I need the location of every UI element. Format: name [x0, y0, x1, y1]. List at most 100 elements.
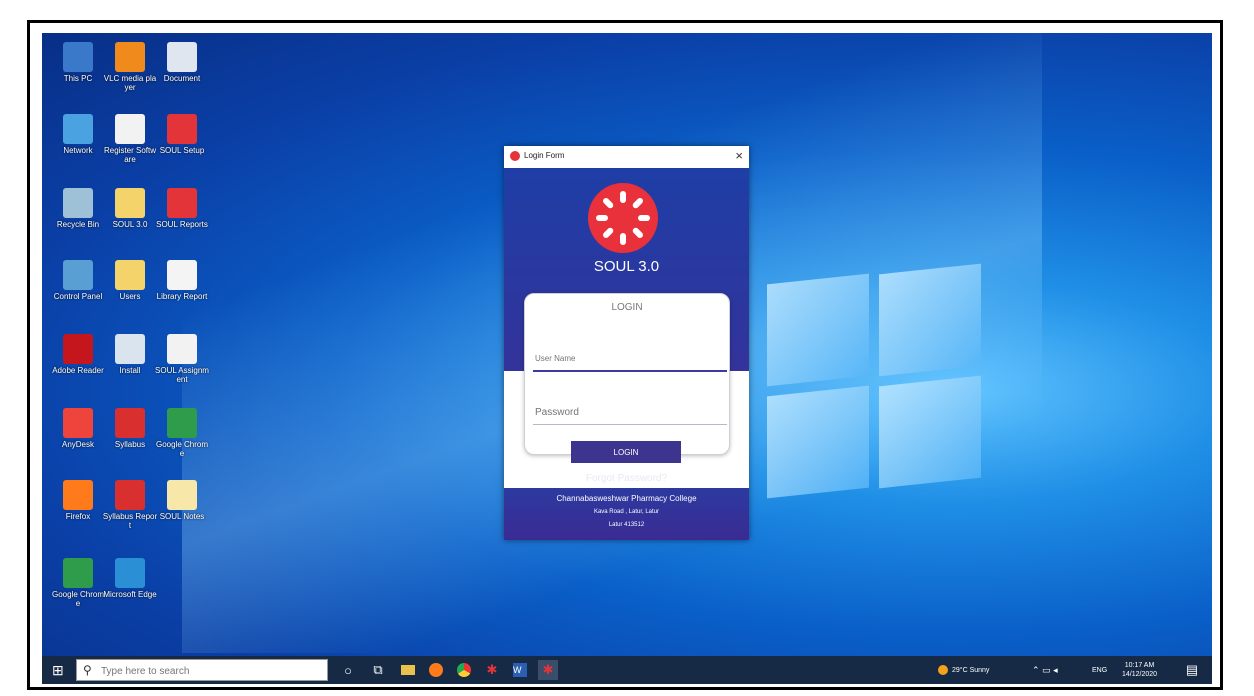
desktop-icon[interactable]: SOUL Setup — [154, 112, 210, 182]
firefox-icon — [63, 480, 93, 510]
word-icon[interactable]: W — [510, 660, 530, 680]
search-input[interactable] — [99, 662, 323, 680]
desktop-icon[interactable]: Recycle Bin — [50, 186, 106, 256]
chrome-icon — [167, 408, 197, 438]
college-pincode: Latur 413512 — [608, 522, 645, 528]
pdf-icon — [115, 408, 145, 438]
taskbar-search[interactable]: ⚲ — [76, 659, 328, 681]
soul-login-icon[interactable]: ✱ — [538, 660, 558, 680]
chrome-icon[interactable] — [454, 660, 474, 680]
chrome-icon — [63, 558, 93, 588]
search-icon: ⚲ — [83, 663, 92, 677]
folder-icon — [115, 188, 145, 218]
soul-app-icon — [510, 151, 520, 161]
desktop-icon-label: SOUL Assignment — [155, 366, 209, 384]
anydesk-icon — [63, 408, 93, 438]
network-icon — [63, 114, 93, 144]
system-tray-icons[interactable]: ⌃ ▭ ◂ — [1032, 656, 1058, 684]
college-address: Kava Road , Latur, Latur — [593, 509, 660, 515]
speaker-icon[interactable]: ◂ — [1053, 665, 1058, 676]
desktop-icon[interactable]: AnyDesk — [50, 406, 106, 476]
edge-icon — [115, 558, 145, 588]
soul-icon — [167, 114, 197, 144]
window-title: Login Form — [524, 151, 565, 160]
file-explorer-icon[interactable] — [398, 660, 418, 680]
desktop-icon-label: Users — [119, 292, 141, 301]
document-icon — [115, 114, 145, 144]
acrobat-icon — [63, 334, 93, 364]
desktop-icon-label: Recycle Bin — [56, 220, 100, 229]
desktop-icon-label: Control Panel — [53, 292, 103, 301]
desktop-icon-label: Document — [163, 74, 201, 83]
soul-icon[interactable]: ✱ — [482, 660, 502, 680]
desktop-icon[interactable]: Adobe Reader — [50, 332, 106, 402]
desktop-icon[interactable]: VLC media player — [102, 40, 158, 110]
network-icon[interactable]: ▭ — [1042, 665, 1051, 676]
desktop-icon[interactable]: Network — [50, 112, 106, 182]
app-name: SOUL 3.0 — [593, 258, 660, 275]
login-window-titlebar: Login Form × — [504, 146, 749, 169]
desktop-icon[interactable]: Library Report — [154, 258, 210, 328]
desktop-icon[interactable]: Google Chrome — [50, 556, 106, 626]
vlc-icon — [115, 42, 145, 72]
desktop-icon-label: Syllabus Report — [102, 512, 158, 530]
desktop-icon-label: SOUL Setup — [159, 146, 205, 155]
forgot-password-link[interactable]: Forgot Password? — [504, 473, 749, 484]
desktop-icon[interactable]: Syllabus Report — [102, 478, 158, 548]
windows-wallpaper-logo — [767, 263, 987, 499]
desktop-icon-label: Register Software — [103, 146, 157, 164]
window-icon — [167, 260, 197, 290]
desktop-icon[interactable]: SOUL Notes — [154, 478, 210, 548]
desktop-icon-label: Network — [63, 146, 93, 155]
login-window: Login Form × SOUL 3.0 LOGIN LOGIN Forgot… — [504, 146, 749, 540]
desktop-icon[interactable]: Microsoft Edge — [102, 556, 158, 626]
firefox-icon[interactable] — [426, 660, 446, 680]
recycle-bin-icon — [63, 188, 93, 218]
chevron-up-icon[interactable]: ⌃ — [1032, 665, 1040, 676]
desktop-icon[interactable]: Install — [102, 332, 158, 402]
language-indicator[interactable]: ENG — [1092, 656, 1107, 684]
login-card: LOGIN — [524, 293, 730, 455]
close-icon[interactable]: × — [735, 148, 743, 163]
control-panel-icon — [63, 260, 93, 290]
desktop-icon[interactable]: Users — [102, 258, 158, 328]
desktop-icon[interactable]: This PC — [50, 40, 106, 110]
desktop-icon-label: This PC — [63, 74, 93, 83]
desktop-icon-label: AnyDesk — [61, 440, 94, 449]
desktop-icon-label: SOUL Notes — [159, 512, 205, 521]
desktop-icon-label: SOUL Reports — [156, 220, 208, 229]
desktop-icon[interactable]: SOUL Assignment — [154, 332, 210, 402]
desktop-icon[interactable]: Document — [154, 40, 210, 110]
desktop-icon-label: Install — [119, 366, 141, 375]
windows-start-icon[interactable]: ⊞ — [52, 662, 68, 678]
desktop-icon-label: SOUL 3.0 — [112, 220, 148, 229]
weather-text: 29°C Sunny — [952, 666, 990, 674]
desktop-icon[interactable]: SOUL 3.0 — [102, 186, 158, 256]
clock-time: 10:17 AM — [1124, 662, 1155, 669]
desktop-icon[interactable]: Google Chrome — [154, 406, 210, 476]
weather-widget[interactable]: 29°C Sunny — [938, 656, 989, 684]
document-icon — [167, 334, 197, 364]
clock[interactable]: 10:17 AM 14/12/2020 — [1122, 656, 1157, 684]
desktop-icon[interactable]: SOUL Reports — [154, 186, 210, 256]
desktop-icon[interactable]: Syllabus — [102, 406, 158, 476]
desktop-icon-label: VLC media player — [103, 74, 157, 92]
taskbar: ⊞ ⚲ ○ ⧉ ✱ W ✱ 29°C Sunny ⌃ ▭ ◂ ENG 10:17… — [42, 656, 1212, 684]
desktop-icon[interactable]: Control Panel — [50, 258, 106, 328]
password-input[interactable] — [533, 400, 727, 425]
desktop-icon-label: Google Chrome — [51, 590, 105, 608]
word-doc-icon — [167, 42, 197, 72]
login-card-title: LOGIN — [611, 302, 643, 313]
task-view-icon[interactable]: ⧉ — [368, 660, 388, 680]
cortana-icon[interactable]: ○ — [338, 660, 358, 680]
username-input[interactable] — [533, 346, 727, 372]
college-name: Channabasweshwar Pharmacy College — [556, 494, 697, 503]
notification-icon[interactable]: ▤ — [1182, 660, 1202, 680]
desktop-icon[interactable]: Firefox — [50, 478, 106, 548]
desktop-icon-label: Google Chrome — [155, 440, 209, 458]
desktop-icon[interactable]: Register Software — [102, 112, 158, 182]
pdf-icon — [115, 480, 145, 510]
login-button[interactable]: LOGIN — [571, 441, 681, 463]
desktop-icon-label: Microsoft Edge — [103, 590, 157, 599]
desktop-icon-label: Syllabus — [114, 440, 146, 449]
